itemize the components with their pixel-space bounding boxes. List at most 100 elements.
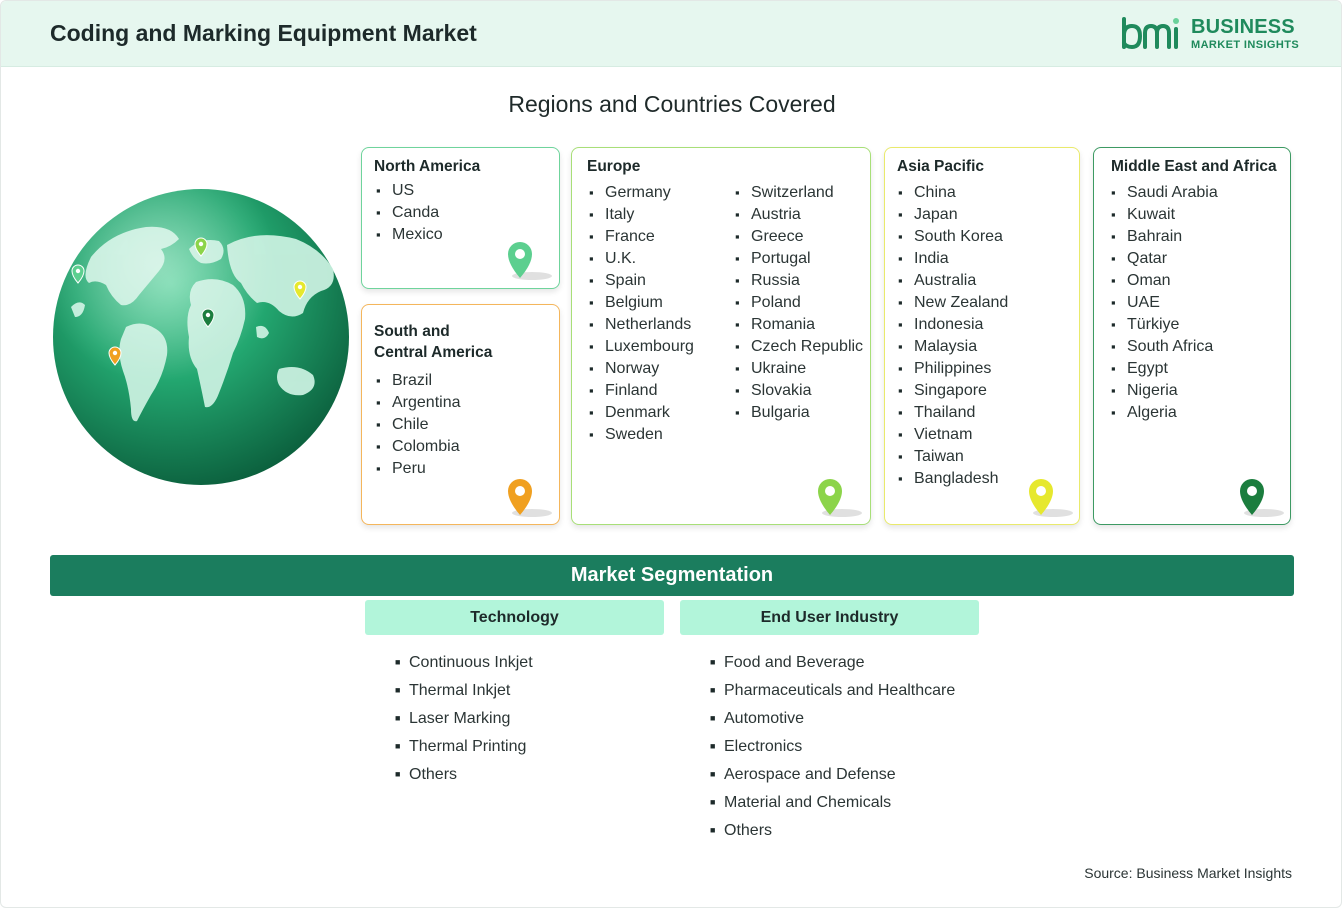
list-item: Finland <box>589 380 694 402</box>
list-item: Thailand <box>898 402 1008 424</box>
list-item: Spain <box>589 270 694 292</box>
country-list: US Canda Mexico <box>376 180 443 246</box>
map-pin-icon <box>1240 479 1284 517</box>
region-title-line2: Central America <box>374 344 493 361</box>
list-item: Oman <box>1111 270 1218 292</box>
region-south-central-america: South and Central America Brazil Argenti… <box>361 304 560 525</box>
region-title: Asia Pacific <box>897 158 985 175</box>
list-item: Material and Chemicals <box>710 788 955 816</box>
list-item: Italy <box>589 204 694 226</box>
header: Coding and Marking Equipment Market BUSI… <box>1 1 1341 67</box>
map-pin-icon <box>508 479 552 517</box>
technology-list: Continuous Inkjet Thermal Inkjet Laser M… <box>395 648 533 788</box>
list-item: Bahrain <box>1111 226 1218 248</box>
list-item: Electronics <box>710 732 955 760</box>
list-item: Switzerland <box>735 182 863 204</box>
list-item: Algeria <box>1111 402 1218 424</box>
list-item: Continuous Inkjet <box>395 648 533 676</box>
list-item: Philippines <box>898 358 1008 380</box>
list-item: Malaysia <box>898 336 1008 358</box>
list-item: Bulgaria <box>735 402 863 424</box>
brand-logo: BUSINESS MARKET INSIGHTS <box>1121 15 1301 55</box>
list-item: Saudi Arabia <box>1111 182 1218 204</box>
list-item: Belgium <box>589 292 694 314</box>
list-item: Indonesia <box>898 314 1008 336</box>
list-item: Canda <box>376 202 443 224</box>
list-item: Brazil <box>376 370 461 392</box>
list-item: Thermal Inkjet <box>395 676 533 704</box>
regions-title: Regions and Countries Covered <box>508 91 836 117</box>
list-item: Mexico <box>376 224 443 246</box>
list-item: Norway <box>589 358 694 380</box>
list-item: Australia <box>898 270 1008 292</box>
list-item: Singapore <box>898 380 1008 402</box>
list-item: U.K. <box>589 248 694 270</box>
list-item: Türkiye <box>1111 314 1218 336</box>
list-item: Others <box>395 760 533 788</box>
page-title: Coding and Marking Equipment Market <box>50 20 477 46</box>
list-item: Food and Beverage <box>710 648 955 676</box>
map-pin-icon <box>508 242 552 280</box>
list-item: Ukraine <box>735 358 863 380</box>
country-list-col1: Germany Italy France U.K. Spain Belgium … <box>589 182 694 446</box>
list-item: New Zealand <box>898 292 1008 314</box>
region-middle-east-africa: Middle East and Africa Saudi Arabia Kuwa… <box>1093 147 1291 525</box>
list-item: Luxembourg <box>589 336 694 358</box>
infographic-frame: Coding and Marking Equipment Market BUSI… <box>0 0 1342 908</box>
map-pin-icon <box>818 479 862 517</box>
list-item: South Korea <box>898 226 1008 248</box>
list-item: Denmark <box>589 402 694 424</box>
map-pin-icon <box>1029 479 1073 517</box>
list-item: Taiwan <box>898 446 1008 468</box>
list-item: South Africa <box>1111 336 1218 358</box>
list-item: Vietnam <box>898 424 1008 446</box>
list-item: Russia <box>735 270 863 292</box>
list-item: Argentina <box>376 392 461 414</box>
list-item: Pharmaceuticals and Healthcare <box>710 676 955 704</box>
list-item: Slovakia <box>735 380 863 402</box>
list-item: Portugal <box>735 248 863 270</box>
list-item: Others <box>710 816 955 844</box>
list-item: Czech Republic <box>735 336 863 358</box>
source-note: Source: Business Market Insights <box>1084 865 1292 881</box>
bmi-logo-icon <box>1122 17 1179 50</box>
list-item: Nigeria <box>1111 380 1218 402</box>
logo-text-market-insights: MARKET INSIGHTS <box>1191 39 1300 51</box>
list-item: Sweden <box>589 424 694 446</box>
list-item: Romania <box>735 314 863 336</box>
list-item: UAE <box>1111 292 1218 314</box>
region-title: North America <box>374 158 481 175</box>
logo-text-business: BUSINESS <box>1191 16 1295 38</box>
country-list: Brazil Argentina Chile Colombia Peru <box>376 370 461 480</box>
region-europe: Europe Germany Italy France U.K. Spain B… <box>571 147 871 525</box>
list-item: China <box>898 182 1008 204</box>
list-item: Japan <box>898 204 1008 226</box>
region-title: Europe <box>587 158 641 175</box>
end-user-industry-list: Food and Beverage Pharmaceuticals and He… <box>710 648 955 844</box>
list-item: France <box>589 226 694 248</box>
country-list-col2: Switzerland Austria Greece Portugal Russ… <box>735 182 863 424</box>
list-item: Germany <box>589 182 694 204</box>
list-item: Laser Marking <box>395 704 533 732</box>
market-segmentation-bar: Market Segmentation <box>50 555 1294 596</box>
list-item: Qatar <box>1111 248 1218 270</box>
list-item: Chile <box>376 414 461 436</box>
list-item: Egypt <box>1111 358 1218 380</box>
segment-header-technology: Technology <box>365 600 664 635</box>
list-item: US <box>376 180 443 202</box>
region-title: Middle East and Africa <box>1111 158 1277 175</box>
list-item: Bangladesh <box>898 468 1008 490</box>
country-list: China Japan South Korea India Australia … <box>898 182 1008 490</box>
list-item: Aerospace and Defense <box>710 760 955 788</box>
country-list: Saudi Arabia Kuwait Bahrain Qatar Oman U… <box>1111 182 1218 424</box>
segment-header-end-user-industry: End User Industry <box>680 600 979 635</box>
list-item: Netherlands <box>589 314 694 336</box>
globe-icon <box>53 189 349 485</box>
list-item: Automotive <box>710 704 955 732</box>
list-item: Peru <box>376 458 461 480</box>
region-title: South and Central America <box>374 321 492 363</box>
region-title-line1: South and <box>374 323 450 340</box>
list-item: Austria <box>735 204 863 226</box>
list-item: Poland <box>735 292 863 314</box>
region-asia-pacific: Asia Pacific China Japan South Korea Ind… <box>884 147 1080 525</box>
